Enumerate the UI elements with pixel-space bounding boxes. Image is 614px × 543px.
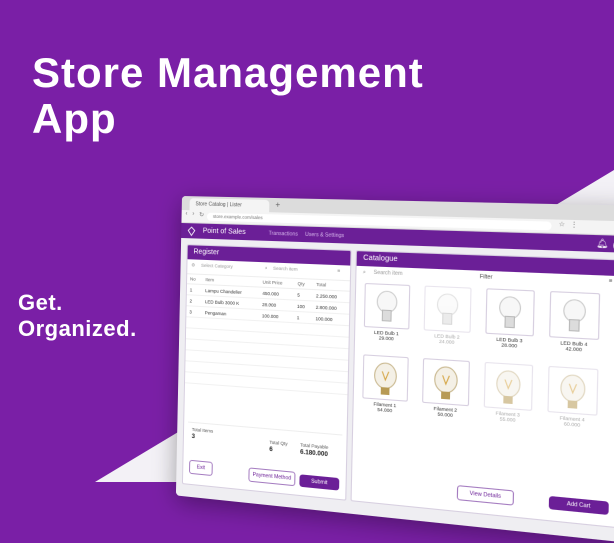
led-bulb-icon	[365, 284, 409, 328]
total-items-value: 3	[191, 433, 196, 441]
forward-icon[interactable]: ›	[192, 211, 194, 217]
search-icon[interactable]: ⌕	[363, 269, 366, 275]
filament-bulb-icon	[363, 355, 407, 396]
back-icon[interactable]: ‹	[185, 211, 187, 217]
hero-headline: Store Management App	[32, 50, 424, 142]
nav-link-settings[interactable]: Users & Settings	[305, 232, 344, 239]
product-card[interactable]: LED Bulb 1 29.000	[361, 282, 412, 343]
menu-icon[interactable]: ⋮	[570, 221, 577, 229]
total-payable-value: 6.180.000	[299, 449, 328, 459]
product-image	[363, 282, 411, 330]
cell: 3	[186, 305, 202, 318]
product-card[interactable]: Filament 2 50.000	[420, 358, 473, 419]
product-image	[483, 361, 534, 411]
cell: 100	[293, 299, 313, 313]
payment-method-button[interactable]: Payment Method	[248, 467, 296, 487]
product-card[interactable]: LED Bulb 2 24.000	[421, 285, 474, 346]
bell-icon[interactable]: 🔔︎	[596, 238, 609, 248]
settings-icon[interactable]: ⚙	[191, 262, 195, 268]
filter-select[interactable]: Filter	[480, 274, 493, 281]
led-bulb-icon	[550, 292, 599, 339]
cell: 5	[294, 288, 314, 301]
catalogue-search-input[interactable]: Search item	[374, 270, 403, 278]
headline-line-2: App	[32, 95, 117, 142]
tagline-line-1: Get.	[18, 290, 63, 315]
register-totals: Total Items 3 Total Qty 6 Total Payable …	[187, 421, 343, 465]
product-image	[362, 354, 409, 402]
hero-tagline: Get. Organized.	[18, 290, 137, 342]
reload-icon[interactable]: ↻	[199, 211, 204, 218]
total-qty-value: 6	[269, 446, 273, 454]
category-select[interactable]: Select Category	[201, 263, 233, 269]
sort-icon[interactable]: ≡	[609, 278, 613, 285]
product-image	[423, 285, 472, 333]
submit-button[interactable]: Submit	[299, 474, 340, 491]
view-details-button[interactable]: View Details	[456, 485, 515, 506]
app-nav: Transactions Users & Settings	[269, 231, 345, 240]
register-panel: Register ⚙ Select Category ⌕ Search item…	[181, 244, 352, 501]
filament-bulb-icon	[485, 363, 532, 405]
filament-bulb-icon	[423, 359, 469, 400]
product-image	[422, 358, 470, 407]
product-image	[547, 365, 599, 416]
app-logo-icon	[187, 226, 195, 236]
nav-link-transactions[interactable]: Transactions	[269, 231, 298, 238]
headline-line-1: Store Management	[32, 49, 424, 96]
total-qty-label: Total Qty	[269, 439, 288, 447]
product-card[interactable]: LED Bulb 4 42.000	[546, 291, 602, 354]
catalogue-panel: Catalogue ⌕ Search item Filter ≡ LED Bul…	[350, 250, 614, 530]
new-tab-icon[interactable]: +	[275, 200, 280, 209]
app-content: Register ⚙ Select Category ⌕ Search item…	[175, 237, 614, 543]
product-image	[549, 291, 601, 341]
product-card[interactable]: Filament 1 54.000	[360, 354, 411, 414]
add-cart-button[interactable]: Add Cart	[548, 495, 609, 516]
filament-bulb-icon	[549, 367, 598, 409]
led-bulb-icon	[425, 287, 471, 332]
star-icon[interactable]: ☆	[559, 221, 566, 229]
product-card[interactable]: LED Bulb 3 28.000	[483, 288, 537, 350]
led-bulb-icon	[487, 289, 534, 335]
browser-mockup: Store Catalog | Lister + ‹ › ↻ store.exa…	[175, 196, 614, 543]
total-payable-label: Total Payable	[300, 442, 329, 450]
product-image	[485, 288, 535, 337]
search-icon[interactable]: ⌕	[265, 265, 268, 270]
total-items-label: Total Items	[191, 426, 214, 434]
register-search-input[interactable]: Search item	[273, 266, 298, 272]
cell: 1	[186, 283, 203, 296]
product-card[interactable]: Filament 3 55.000	[481, 361, 535, 425]
app-title: Point of Sales	[202, 227, 246, 237]
tagline-line-2: Organized.	[18, 316, 137, 341]
exit-button[interactable]: Exit	[188, 459, 213, 477]
register-table: No Item Unit Price Qty Total 1 Lampu Cha…	[185, 274, 350, 395]
scan-icon[interactable]: ⌗	[337, 268, 340, 273]
product-card[interactable]: Filament 4 60.000	[545, 365, 601, 430]
cell: 2	[186, 294, 203, 307]
browser-window: Store Catalog | Lister + ‹ › ↻ store.exa…	[175, 196, 614, 543]
